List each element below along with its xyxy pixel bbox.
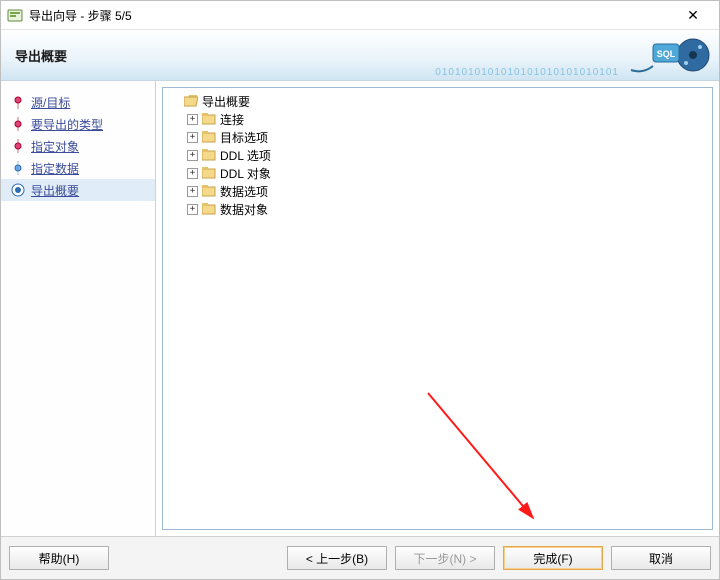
tree-node-label: 数据对象 (220, 201, 268, 218)
tree-node-label: DDL 选项 (220, 147, 271, 164)
cancel-button[interactable]: 取消 (611, 546, 711, 570)
step-label: 要导出的类型 (31, 116, 103, 133)
header-binary-deco: 0101010101010101010101010101 (435, 67, 619, 78)
tree-expander-icon[interactable]: + (187, 168, 198, 179)
main-content: 导出概要 + 连接 + 目标选项 + (156, 81, 719, 536)
step-marker-icon (11, 95, 25, 109)
step-marker-icon (11, 161, 25, 175)
tree-root[interactable]: 导出概要 (169, 92, 706, 110)
back-button[interactable]: < 上一步(B) (287, 546, 387, 570)
step-label: 指定数据 (31, 160, 79, 177)
step-marker-current-icon (11, 183, 25, 197)
app-icon (7, 7, 23, 23)
tree-node-label: 数据选项 (220, 183, 268, 200)
finish-button[interactable]: 完成(F) (503, 546, 603, 570)
step-export-types[interactable]: 要导出的类型 (1, 113, 155, 135)
tree-expander-icon[interactable]: + (187, 150, 198, 161)
step-label: 源/目标 (31, 94, 70, 111)
wizard-button-bar: 帮助(H) < 上一步(B) 下一步(N) > 完成(F) 取消 (1, 537, 719, 579)
tree-node-target-options[interactable]: + 目标选项 (169, 128, 706, 146)
step-marker-icon (11, 139, 25, 153)
tree-node-data-objects[interactable]: + 数据对象 (169, 200, 706, 218)
titlebar: 导出向导 - 步骤 5/5 ✕ (1, 1, 719, 30)
tree-expander-icon (169, 96, 180, 107)
next-button: 下一步(N) > (395, 546, 495, 570)
folder-open-icon (184, 95, 198, 107)
step-label: 导出概要 (31, 182, 79, 199)
folder-icon (202, 167, 216, 179)
tree-expander-icon[interactable]: + (187, 114, 198, 125)
wizard-header: 导出概要 0101010101010101010101010101 SQL (1, 30, 719, 81)
summary-tree[interactable]: 导出概要 + 连接 + 目标选项 + (162, 87, 713, 530)
wizard-steps-sidebar: 源/目标 要导出的类型 指定对象 (1, 81, 156, 536)
folder-icon (202, 113, 216, 125)
tree-node-connection[interactable]: + 连接 (169, 110, 706, 128)
annotation-arrow-icon (423, 388, 543, 528)
step-export-summary[interactable]: 导出概要 (1, 179, 155, 201)
step-marker-icon (11, 117, 25, 131)
tree-node-ddl-objects[interactable]: + DDL 对象 (169, 164, 706, 182)
tree-node-label: 连接 (220, 111, 244, 128)
folder-icon (202, 131, 216, 143)
step-label: 指定对象 (31, 138, 79, 155)
close-icon[interactable]: ✕ (673, 3, 713, 27)
tree-node-label: DDL 对象 (220, 165, 271, 182)
help-button[interactable]: 帮助(H) (9, 546, 109, 570)
tree-node-label: 目标选项 (220, 129, 268, 146)
tree-node-data-options[interactable]: + 数据选项 (169, 182, 706, 200)
tree-node-label: 导出概要 (202, 93, 250, 110)
svg-text:SQL: SQL (657, 49, 676, 59)
page-title: 导出概要 (15, 46, 67, 65)
tree-expander-icon[interactable]: + (187, 186, 198, 197)
folder-icon (202, 185, 216, 197)
step-source-target[interactable]: 源/目标 (1, 91, 155, 113)
tree-expander-icon[interactable]: + (187, 204, 198, 215)
folder-icon (202, 203, 216, 215)
header-graphic-icon: SQL (623, 34, 713, 76)
tree-expander-icon[interactable]: + (187, 132, 198, 143)
step-specify-data[interactable]: 指定数据 (1, 157, 155, 179)
tree-node-ddl-options[interactable]: + DDL 选项 (169, 146, 706, 164)
step-specify-objects[interactable]: 指定对象 (1, 135, 155, 157)
folder-icon (202, 149, 216, 161)
window-title: 导出向导 - 步骤 5/5 (29, 7, 673, 24)
